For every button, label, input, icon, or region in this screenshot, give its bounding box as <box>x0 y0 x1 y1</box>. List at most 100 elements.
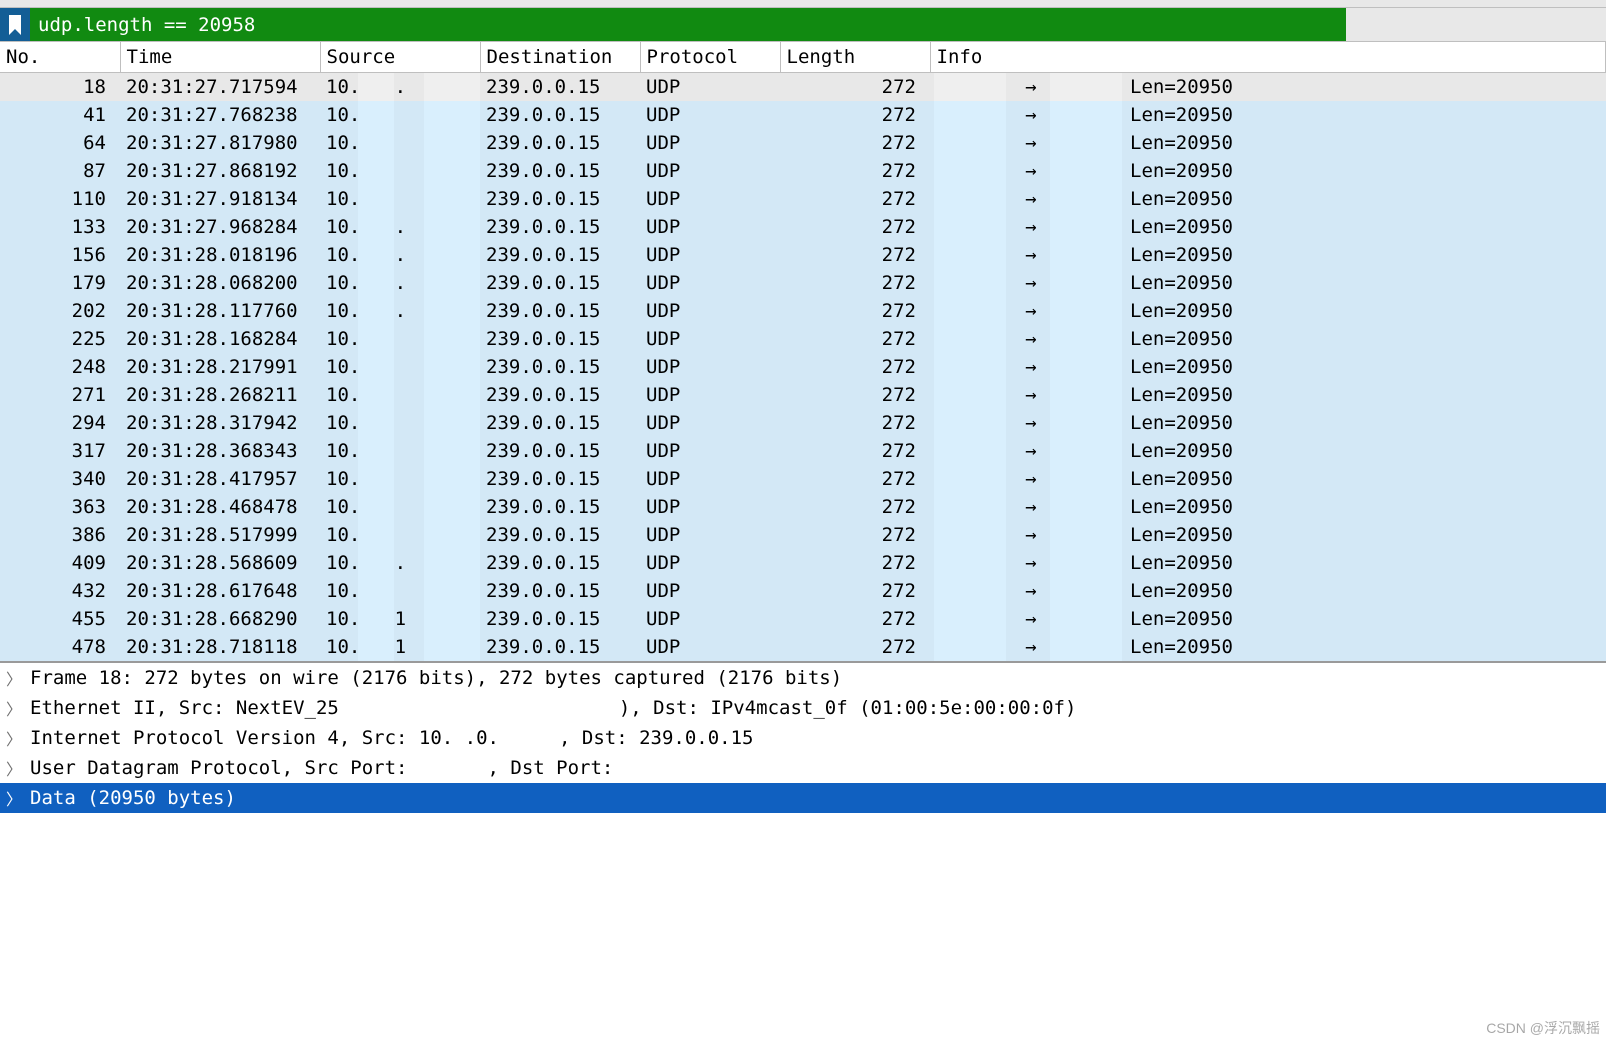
cell-source: 10. .0 <box>320 101 480 129</box>
table-row[interactable]: 20220:31:28.11776010. .0.239.0.0.15UDP27… <box>0 297 1606 325</box>
cell-time: 20:31:28.718118 <box>120 633 320 661</box>
redacted-block <box>424 381 480 409</box>
arrow-right-icon: → <box>1022 356 1040 378</box>
cell-info-len: Len=20950 <box>1130 216 1233 238</box>
redacted-block <box>1050 437 1122 465</box>
cell-info-len: Len=20950 <box>1130 272 1233 294</box>
table-row[interactable]: 11020:31:27.91813410. .0239.0.0.15UDP272… <box>0 185 1606 213</box>
redacted-block <box>1050 605 1122 633</box>
cell-destination: 239.0.0.15 <box>480 437 640 465</box>
detail-data-selected[interactable]: 〉 Data (20950 bytes) <box>0 783 1606 813</box>
cell-no: 294 <box>0 409 120 437</box>
table-row[interactable]: 4120:31:27.76823810. .0239.0.0.15UDP272→… <box>0 101 1606 129</box>
cell-length: 272 <box>780 101 930 129</box>
col-header-length[interactable]: Length <box>780 42 930 73</box>
redacted-block <box>934 409 1006 437</box>
expand-caret-icon[interactable]: 〉 <box>6 696 30 720</box>
table-row[interactable]: 1820:31:27.71759410. .0.239.0.0.15UDP272… <box>0 73 1606 102</box>
cell-info-len: Len=20950 <box>1130 384 1233 406</box>
expand-caret-icon[interactable]: 〉 <box>6 666 30 690</box>
cell-destination: 239.0.0.15 <box>480 73 640 102</box>
cell-info: →Len=20950 <box>930 353 1606 381</box>
expand-caret-icon[interactable]: 〉 <box>6 756 30 780</box>
cell-protocol: UDP <box>640 549 780 577</box>
cell-time: 20:31:28.468478 <box>120 493 320 521</box>
table-row[interactable]: 36320:31:28.46847810. 0.239.0.0.15UDP272… <box>0 493 1606 521</box>
col-header-destination[interactable]: Destination <box>480 42 640 73</box>
cell-destination: 239.0.0.15 <box>480 549 640 577</box>
cell-source: 10. .0. <box>320 549 480 577</box>
table-row[interactable]: 13320:31:27.96828410. .0.239.0.0.15UDP27… <box>0 213 1606 241</box>
redacted-block <box>934 269 1006 297</box>
table-row[interactable]: 45520:31:28.66829010. 0.1239.0.0.15UDP27… <box>0 605 1606 633</box>
filter-toolbar-tail <box>1346 8 1606 41</box>
display-filter-bar <box>0 8 1606 42</box>
cell-destination: 239.0.0.15 <box>480 101 640 129</box>
cell-protocol: UDP <box>640 409 780 437</box>
cell-info: →Len=20950 <box>930 577 1606 605</box>
table-row[interactable]: 24820:31:28.21799110. 0.239.0.0.15UDP272… <box>0 353 1606 381</box>
table-row[interactable]: 34020:31:28.41795710. 0.239.0.0.15UDP272… <box>0 465 1606 493</box>
redacted-block <box>1050 493 1122 521</box>
cell-source: 10. .0. <box>320 73 480 102</box>
col-header-source[interactable]: Source <box>320 42 480 73</box>
redacted-block <box>499 727 559 749</box>
detail-eth-post: ), Dst: IPv4mcast_0f (01:00:5e:00:00:0f) <box>619 697 1077 719</box>
cell-info: →Len=20950 <box>930 101 1606 129</box>
cell-info: →Len=20950 <box>930 269 1606 297</box>
cell-info: →Len=20950 <box>930 605 1606 633</box>
redacted-block <box>408 757 488 779</box>
packet-list-table[interactable]: No. Time Source Destination Protocol Len… <box>0 42 1606 661</box>
cell-info-len: Len=20950 <box>1130 412 1233 434</box>
redacted-block <box>424 437 480 465</box>
table-row[interactable]: 6420:31:27.81798010. .0239.0.0.15UDP272→… <box>0 129 1606 157</box>
redacted-block <box>1050 73 1122 101</box>
cell-length: 272 <box>780 325 930 353</box>
table-row[interactable]: 27120:31:28.26821110. 0.239.0.0.15UDP272… <box>0 381 1606 409</box>
cell-no: 271 <box>0 381 120 409</box>
display-filter-input[interactable] <box>30 8 1346 41</box>
table-row[interactable]: 43220:31:28.61764810. 0.239.0.0.15UDP272… <box>0 577 1606 605</box>
cell-info: →Len=20950 <box>930 521 1606 549</box>
arrow-right-icon: → <box>1022 300 1040 322</box>
filter-bookmark-button[interactable] <box>0 8 30 41</box>
table-row[interactable]: 47820:31:28.71811810. 0.1239.0.0.15UDP27… <box>0 633 1606 661</box>
cell-destination: 239.0.0.15 <box>480 325 640 353</box>
cell-length: 272 <box>780 157 930 185</box>
redacted-block <box>1050 101 1122 129</box>
redacted-block <box>934 297 1006 325</box>
table-row[interactable]: 40920:31:28.56860910. .0.239.0.0.15UDP27… <box>0 549 1606 577</box>
expand-caret-icon[interactable]: 〉 <box>6 726 30 750</box>
packet-details-pane[interactable]: 〉 Frame 18: 272 bytes on wire (2176 bits… <box>0 663 1606 813</box>
table-row[interactable]: 29420:31:28.31794210. 0.239.0.0.15UDP272… <box>0 409 1606 437</box>
detail-udp[interactable]: 〉 User Datagram Protocol, Src Port: , Ds… <box>0 753 1606 783</box>
table-row[interactable]: 15620:31:28.01819610. .0.239.0.0.15UDP27… <box>0 241 1606 269</box>
cell-length: 272 <box>780 633 930 661</box>
cell-no: 64 <box>0 129 120 157</box>
col-header-no[interactable]: No. <box>0 42 120 73</box>
col-header-time[interactable]: Time <box>120 42 320 73</box>
redacted-block <box>1050 381 1122 409</box>
table-row[interactable]: 31720:31:28.36834310. 0.239.0.0.15UDP272… <box>0 437 1606 465</box>
cell-no: 18 <box>0 73 120 102</box>
table-row[interactable]: 38620:31:28.51799910. 0.239.0.0.15UDP272… <box>0 521 1606 549</box>
col-header-info[interactable]: Info <box>930 42 1606 73</box>
redacted-block <box>934 241 1006 269</box>
cell-protocol: UDP <box>640 605 780 633</box>
redacted-block <box>1050 157 1122 185</box>
table-row[interactable]: 22520:31:28.16828410. 0.239.0.0.15UDP272… <box>0 325 1606 353</box>
cell-destination: 239.0.0.15 <box>480 269 640 297</box>
detail-frame[interactable]: 〉 Frame 18: 272 bytes on wire (2176 bits… <box>0 663 1606 693</box>
table-row[interactable]: 17920:31:28.06820010. .0.239.0.0.15UDP27… <box>0 269 1606 297</box>
table-row[interactable]: 8720:31:27.86819210. .0239.0.0.15UDP272→… <box>0 157 1606 185</box>
cell-destination: 239.0.0.15 <box>480 213 640 241</box>
cell-destination: 239.0.0.15 <box>480 605 640 633</box>
detail-ip[interactable]: 〉 Internet Protocol Version 4, Src: 10. … <box>0 723 1606 753</box>
detail-ethernet[interactable]: 〉 Ethernet II, Src: NextEV_25 ), Dst: IP… <box>0 693 1606 723</box>
expand-caret-icon[interactable]: 〉 <box>6 786 30 810</box>
col-header-protocol[interactable]: Protocol <box>640 42 780 73</box>
cell-time: 20:31:28.617648 <box>120 577 320 605</box>
toolbar-stub <box>0 0 1606 8</box>
detail-ip-post: , Dst: 239.0.0.15 <box>559 727 753 749</box>
redacted-block <box>1050 129 1122 157</box>
